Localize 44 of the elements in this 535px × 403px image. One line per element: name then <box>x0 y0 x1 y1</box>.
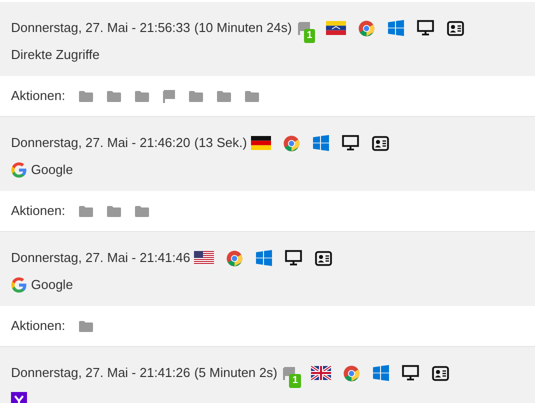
visit-time: Donnerstag, 27. Mai - 21:56:33 <box>11 19 190 38</box>
folder-icon[interactable] <box>189 90 204 102</box>
google-logo-icon <box>11 162 27 178</box>
folder-icon[interactable] <box>107 206 122 216</box>
folder-icon[interactable] <box>79 320 94 332</box>
contact-card-icon <box>432 366 450 380</box>
monitor-icon <box>342 135 359 151</box>
visit-duration: (10 Minuten 24s) <box>194 19 292 38</box>
contact-card-icon <box>372 136 389 150</box>
monitor-icon <box>402 365 420 381</box>
visit-time: Donnerstag, 27. Mai - 21:46:20 <box>11 134 190 152</box>
chrome-browser-icon <box>226 250 244 266</box>
actions-label: Aktionen: <box>11 202 66 220</box>
goal-count-badge: 1 <box>289 374 301 388</box>
folder-icon[interactable] <box>245 90 260 102</box>
folder-icon[interactable] <box>107 90 122 102</box>
windows-logo-icon <box>373 365 390 381</box>
folder-icon[interactable] <box>79 206 94 216</box>
monitor-icon <box>285 250 302 266</box>
monitor-icon <box>416 20 434 36</box>
visit-duration: (5 Minuten 2s) <box>194 364 278 382</box>
folder-icon[interactable] <box>135 206 150 216</box>
windows-logo-icon <box>256 250 272 266</box>
contact-card-icon <box>446 20 464 36</box>
windows-logo-icon <box>312 135 329 151</box>
folder-icon[interactable] <box>135 90 150 102</box>
contact-card-icon <box>315 250 332 266</box>
goal-count-badge: 1 <box>304 28 316 42</box>
referrer-source[interactable]: Google <box>31 160 73 180</box>
folder-icon[interactable] <box>79 90 94 102</box>
referrer-source[interactable]: Google <box>31 275 73 295</box>
actions-label: Aktionen: <box>11 87 66 106</box>
windows-logo-icon <box>388 20 404 36</box>
folder-icon[interactable] <box>217 90 232 102</box>
visit-duration: (13 Sek.) <box>194 134 247 152</box>
google-logo-icon <box>11 277 27 293</box>
actions-label: Aktionen: <box>11 317 66 336</box>
chrome-browser-icon <box>358 20 375 36</box>
visit-time: Donnerstag, 27. Mai - 21:41:46 <box>11 249 190 268</box>
visit-time: Donnerstag, 27. Mai - 21:41:26 <box>11 364 190 382</box>
flag-icon <box>163 90 176 102</box>
chrome-browser-icon <box>343 364 360 382</box>
chrome-browser-icon <box>282 134 300 152</box>
referrer-source[interactable]: Direkte Zugriffe <box>11 45 100 65</box>
